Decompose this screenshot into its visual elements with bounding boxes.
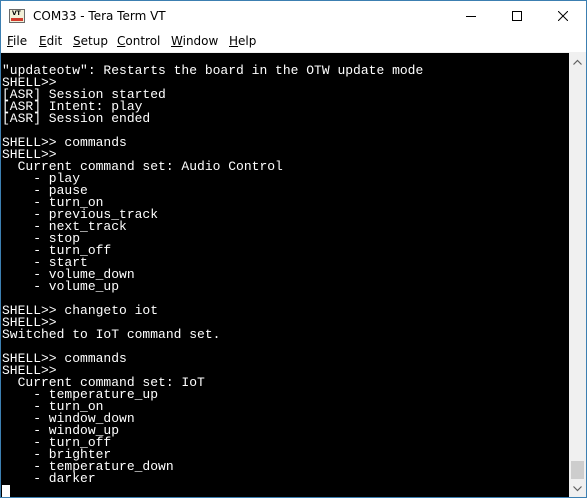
- menu-window-accelerator: W: [171, 34, 183, 48]
- terminal-line: SHELL>> changeto iot: [2, 303, 159, 318]
- menu-edit[interactable]: Edit: [39, 34, 62, 48]
- scroll-thumb[interactable]: [571, 461, 584, 479]
- minimize-icon: [466, 16, 476, 17]
- menu-window[interactable]: Window: [171, 34, 218, 48]
- app-icon-bar: [11, 18, 23, 21]
- close-icon: [558, 11, 568, 21]
- window-title: COM33 - Tera Term VT: [33, 9, 166, 23]
- app-icon-label: VT: [12, 10, 21, 17]
- menu-setup[interactable]: Setup: [73, 34, 108, 48]
- maximize-icon: [512, 11, 522, 21]
- menu-edit-accelerator: E: [39, 34, 47, 48]
- menu-setup-label: etup: [80, 34, 108, 48]
- tera-term-window: VT COM33 - Tera Term VT File Edit Setup …: [0, 0, 587, 498]
- close-button[interactable]: [540, 1, 586, 31]
- chevron-down-icon: [573, 485, 582, 491]
- menu-control-label: ontrol: [125, 34, 161, 48]
- terminal-line: SHELL>> commands: [2, 351, 127, 366]
- scroll-down-button[interactable]: [569, 480, 586, 497]
- menu-help[interactable]: Help: [229, 34, 256, 48]
- terminal-line: [ASR] Session ended: [2, 111, 151, 126]
- terminal-output: "updateotw": Restarts the board in the O…: [2, 63, 424, 486]
- menu-setup-accelerator: S: [73, 34, 81, 48]
- terminal-line: - volume_up: [2, 279, 120, 294]
- menu-window-label: indow: [182, 34, 219, 48]
- menu-help-accelerator: H: [229, 34, 239, 48]
- terminal-line: - darker: [2, 471, 96, 486]
- menu-file-label: ile: [13, 34, 28, 48]
- terminal-line: SHELL>> commands: [2, 135, 127, 150]
- menu-help-label: elp: [238, 34, 257, 48]
- tera-term-icon[interactable]: VT: [9, 9, 25, 23]
- menu-edit-label: dit: [46, 34, 63, 48]
- terminal-area[interactable]: "updateotw": Restarts the board in the O…: [1, 53, 569, 497]
- terminal-line: "updateotw": Restarts the board in the O…: [2, 63, 424, 78]
- scroll-up-button[interactable]: [569, 53, 586, 70]
- text-cursor: [2, 485, 10, 497]
- minimize-button[interactable]: [448, 1, 494, 31]
- menu-bar: File Edit Setup Control Window Help: [1, 31, 586, 53]
- maximize-button[interactable]: [494, 1, 540, 31]
- title-bar[interactable]: VT COM33 - Tera Term VT: [1, 1, 586, 31]
- terminal-line: Switched to IoT command set.: [2, 327, 221, 342]
- menu-file[interactable]: File: [7, 34, 27, 48]
- vertical-scrollbar[interactable]: [569, 53, 586, 497]
- chevron-up-icon: [573, 59, 582, 65]
- menu-control[interactable]: Control: [117, 34, 160, 48]
